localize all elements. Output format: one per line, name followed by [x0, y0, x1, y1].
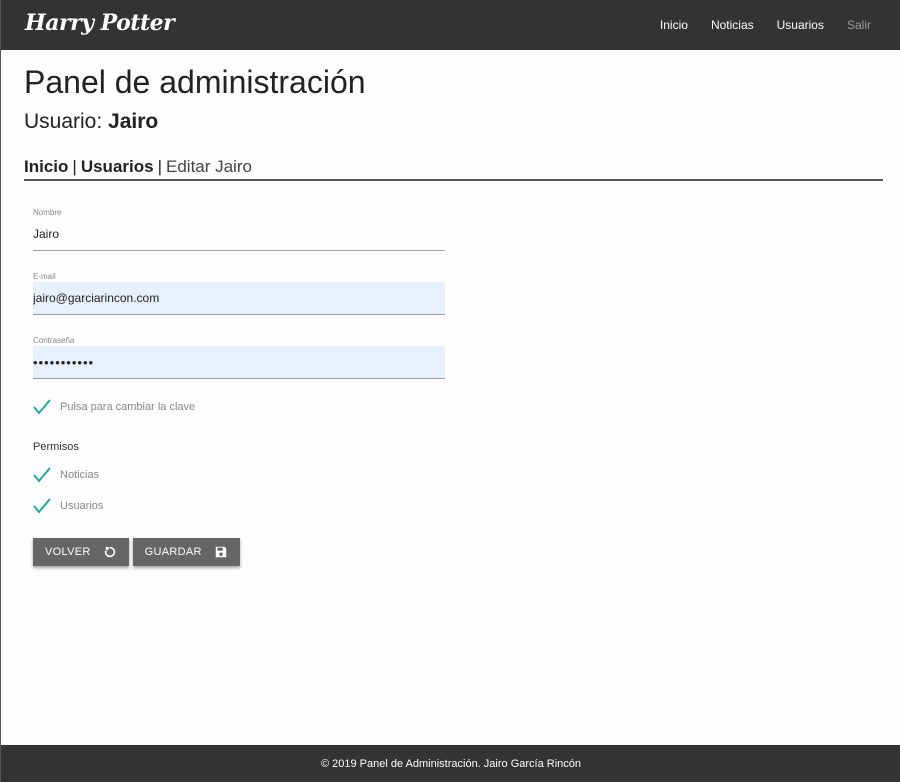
check-icon [33, 467, 51, 483]
back-button-label: VOLVER [45, 546, 91, 558]
email-label: E-mail [33, 272, 56, 281]
nav-link-noticias[interactable]: Noticias [711, 18, 754, 32]
check-icon [33, 498, 51, 514]
permissions-label: Permisos [33, 441, 79, 453]
name-input[interactable] [33, 218, 445, 251]
footer-text: © 2019 Panel de Administración. Jairo Ga… [320, 757, 582, 770]
footer: © 2019 Panel de Administración. Jairo Ga… [1, 745, 900, 782]
breadcrumb-usuarios[interactable]: Usuarios [81, 157, 154, 176]
brand-logo[interactable]: Harry Potter [25, 8, 175, 38]
password-label: Contraseña [33, 336, 75, 345]
nav-link-usuarios[interactable]: Usuarios [777, 18, 824, 32]
change-password-label: Pulsa para cambiar la clave [60, 401, 196, 413]
page: Harry Potter Inicio Noticias Usuarios Sa… [0, 0, 900, 782]
nav-link-salir[interactable]: Salir [847, 18, 871, 32]
breadcrumb-separator: | [72, 157, 77, 176]
save-icon [215, 546, 226, 558]
permission-noticias-checkbox[interactable]: Noticias [33, 464, 883, 486]
user-prefix: Usuario: [24, 110, 103, 133]
password-field: Contraseña [33, 336, 445, 379]
nav-link-inicio[interactable]: Inicio [660, 18, 688, 32]
permission-noticias-label: Noticias [60, 469, 100, 481]
change-password-checkbox[interactable]: Pulsa para cambiar la clave [33, 396, 883, 418]
main-content: Panel de administración Usuario: Jairo I… [24, 50, 883, 566]
user-heading: Usuario: Jairo [24, 108, 883, 136]
save-button-label: GUARDAR [144, 546, 202, 558]
page-title: Panel de administración [24, 64, 366, 100]
email-input[interactable] [33, 282, 445, 315]
check-icon [33, 399, 51, 415]
undo-icon [104, 546, 115, 558]
permission-usuarios-checkbox[interactable]: Usuarios [33, 495, 883, 517]
password-input[interactable] [33, 346, 445, 379]
name-label: Nombre [33, 208, 62, 217]
breadcrumb: Inicio | Usuarios | Editar Jairo [24, 156, 883, 181]
back-button[interactable]: VOLVER [33, 538, 129, 566]
form-buttons: VOLVER GUARDAR [33, 538, 883, 566]
user-name: Jairo [108, 110, 159, 133]
email-field: E-mail [33, 272, 445, 315]
navbar: Harry Potter Inicio Noticias Usuarios Sa… [1, 0, 900, 50]
nav-links: Inicio Noticias Usuarios Salir [637, 0, 871, 50]
save-button[interactable]: GUARDAR [132, 538, 240, 566]
breadcrumb-current: Editar Jairo [166, 157, 252, 176]
breadcrumb-separator: | [157, 157, 162, 176]
name-field: Nombre [33, 208, 445, 251]
breadcrumb-inicio[interactable]: Inicio [24, 157, 68, 176]
permission-usuarios-label: Usuarios [60, 500, 104, 512]
